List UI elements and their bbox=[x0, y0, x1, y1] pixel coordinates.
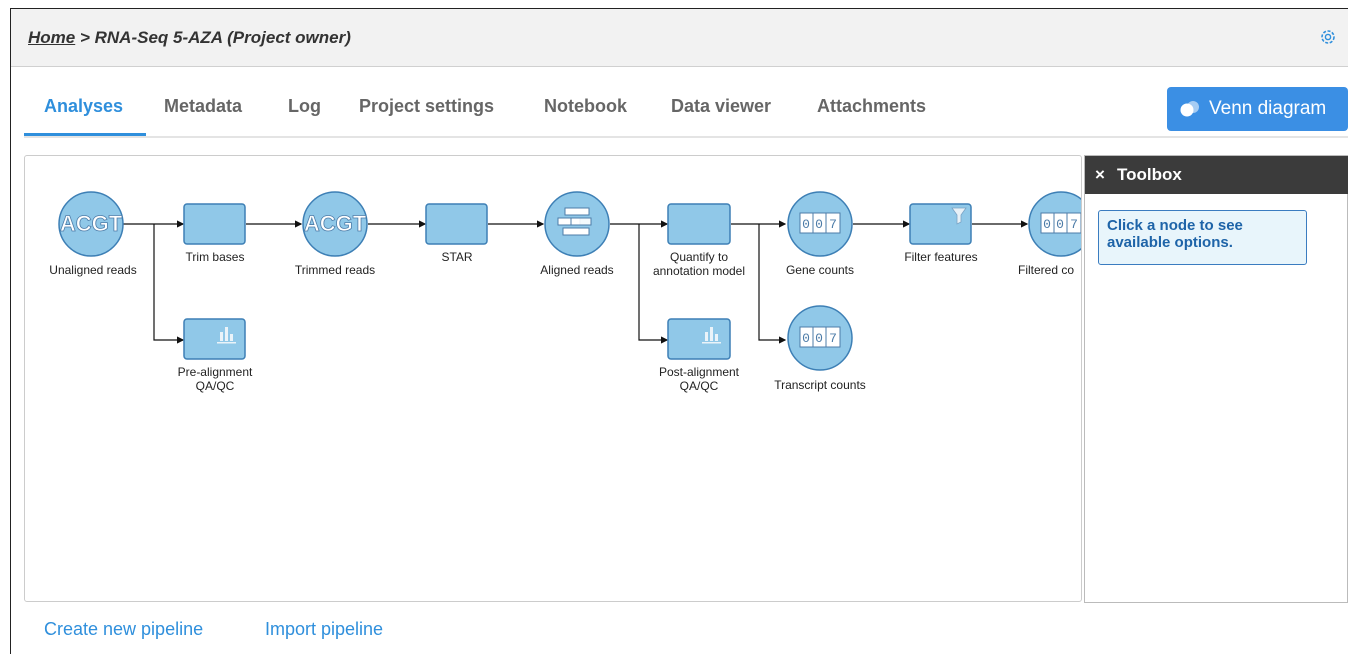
label-aligned-reads: Aligned reads bbox=[540, 263, 614, 277]
breadcrumb-bar: Home > RNA-Seq 5-AZA (Project owner) bbox=[11, 9, 1348, 67]
label-unaligned-reads: Unaligned reads bbox=[49, 263, 137, 277]
svg-text:0: 0 bbox=[815, 331, 823, 346]
node-transcript-counts[interactable]: 0 0 7 bbox=[787, 305, 853, 371]
tab-data-viewer[interactable]: Data viewer bbox=[671, 96, 771, 117]
tab-project-settings[interactable]: Project settings bbox=[359, 96, 494, 117]
toolbox-title: Toolbox bbox=[1117, 165, 1182, 184]
node-filter-features[interactable] bbox=[909, 203, 972, 245]
label-pre-line2: QA/QC bbox=[195, 379, 235, 393]
label-post-alignment: Post-alignment QA/QC bbox=[639, 365, 759, 393]
create-new-pipeline-link[interactable]: Create new pipeline bbox=[44, 619, 203, 640]
node-quantify[interactable] bbox=[667, 203, 731, 245]
svg-text:0: 0 bbox=[815, 217, 823, 232]
label-quantify-line1: Quantify to bbox=[669, 250, 729, 264]
close-icon[interactable]: × bbox=[1095, 165, 1105, 185]
svg-text:0: 0 bbox=[802, 331, 810, 346]
label-pre-alignment: Pre-alignment QA/QC bbox=[155, 365, 275, 393]
label-post-line1: Post-alignment bbox=[658, 365, 740, 379]
tab-attachments[interactable]: Attachments bbox=[817, 96, 926, 117]
svg-text:0: 0 bbox=[802, 217, 810, 232]
pipeline-canvas[interactable]: ACGT ACGT 0 0 7 0 0 7 0 0 7 Unaligned re… bbox=[24, 155, 1082, 602]
label-transcript-counts: Transcript counts bbox=[774, 378, 866, 392]
label-filtered-counts: Filtered co bbox=[1018, 263, 1075, 277]
label-filter-features: Filter features bbox=[904, 250, 978, 264]
tab-log[interactable]: Log bbox=[288, 96, 321, 117]
svg-text:7: 7 bbox=[829, 331, 837, 346]
node-post-alignment-qaqc[interactable] bbox=[667, 318, 731, 360]
label-pre-line1: Pre-alignment bbox=[177, 365, 253, 379]
node-aligned-reads[interactable] bbox=[544, 191, 610, 257]
label-trimmed-reads: Trimmed reads bbox=[294, 263, 376, 277]
node-trim-bases[interactable] bbox=[183, 203, 246, 245]
node-pre-alignment-qaqc[interactable] bbox=[183, 318, 246, 360]
venn-icon bbox=[1180, 101, 1199, 117]
node-filtered-counts[interactable]: 0 0 7 bbox=[1028, 191, 1082, 257]
toolbox-panel: × Toolbox Click a node to see available … bbox=[1084, 155, 1348, 603]
breadcrumb-home-link[interactable]: Home bbox=[28, 28, 75, 47]
tab-metadata[interactable]: Metadata bbox=[164, 96, 242, 117]
breadcrumb: Home > RNA-Seq 5-AZA (Project owner) bbox=[28, 28, 351, 48]
import-pipeline-link[interactable]: Import pipeline bbox=[265, 619, 383, 640]
label-quantify-line2: annotation model bbox=[652, 264, 746, 278]
tab-analyses[interactable]: Analyses bbox=[44, 96, 123, 117]
toolbox-header: × Toolbox bbox=[1085, 156, 1348, 194]
label-quantify: Quantify to annotation model bbox=[639, 250, 759, 278]
svg-text:0: 0 bbox=[1043, 217, 1051, 232]
tab-notebook[interactable]: Notebook bbox=[544, 96, 627, 117]
svg-text:7: 7 bbox=[1070, 217, 1078, 232]
node-trimmed-reads[interactable]: ACGT bbox=[302, 191, 368, 257]
breadcrumb-current: > RNA-Seq 5-AZA (Project owner) bbox=[75, 28, 351, 47]
active-tab-indicator bbox=[24, 133, 146, 136]
node-unaligned-reads[interactable]: ACGT bbox=[58, 191, 124, 257]
svg-text:0: 0 bbox=[1056, 217, 1064, 232]
svg-text:7: 7 bbox=[829, 217, 837, 232]
tab-bar: Analyses Metadata Log Project settings N… bbox=[24, 84, 1348, 138]
svg-text:ACGT: ACGT bbox=[304, 211, 367, 236]
counter-icon: 0 0 7 bbox=[799, 212, 841, 234]
label-gene-counts: Gene counts bbox=[785, 263, 855, 277]
node-gene-counts[interactable]: 0 0 7 bbox=[787, 191, 853, 257]
svg-text:ACGT: ACGT bbox=[60, 211, 123, 236]
node-star[interactable] bbox=[425, 203, 488, 245]
venn-diagram-button[interactable]: Venn diagram bbox=[1167, 87, 1348, 131]
label-trim-bases: Trim bases bbox=[185, 250, 245, 264]
label-star: STAR bbox=[441, 250, 473, 264]
label-post-line2: QA/QC bbox=[679, 379, 719, 393]
venn-diagram-label: Venn diagram bbox=[1209, 98, 1327, 119]
toolbox-hint: Click a node to see available options. bbox=[1098, 210, 1307, 265]
gear-icon[interactable] bbox=[1318, 27, 1338, 47]
